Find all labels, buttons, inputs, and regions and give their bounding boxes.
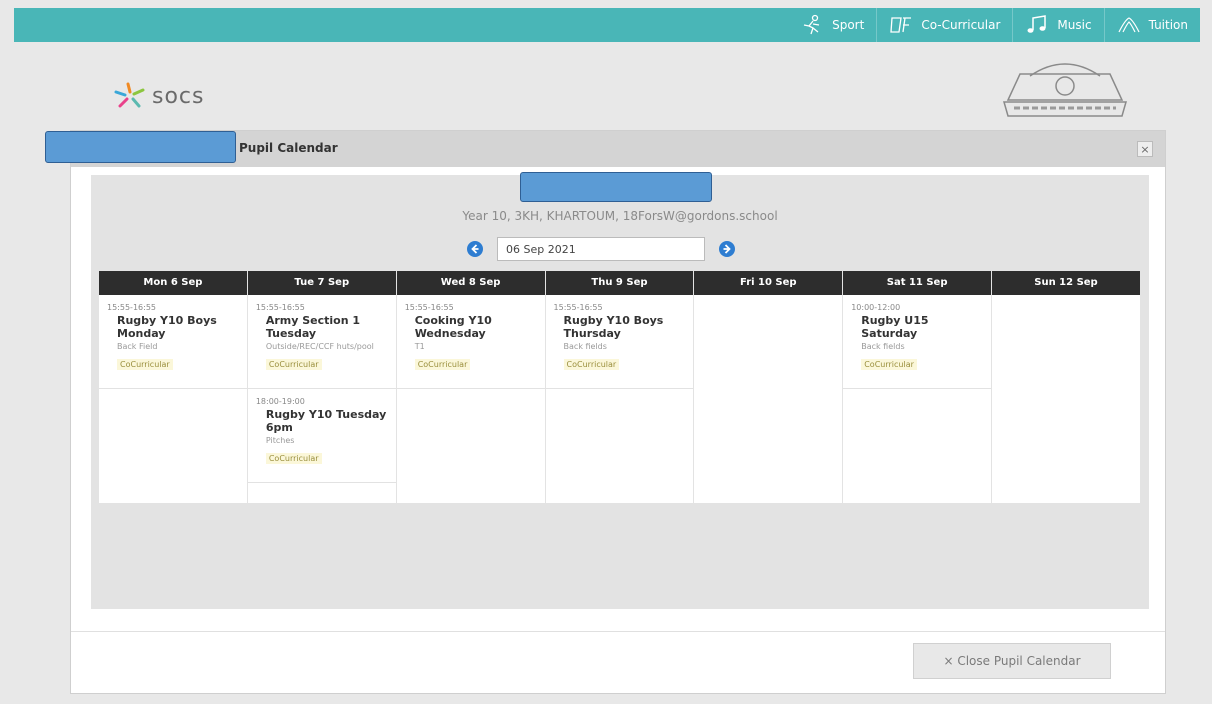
event-time: 15:55-16:55: [255, 303, 305, 312]
logo-text: socs: [152, 83, 205, 109]
event-location: Back fields: [563, 342, 607, 351]
event-time: 15:55-16:55: [553, 303, 603, 312]
day-header: Thu 9 Sep: [545, 271, 694, 295]
event-time: 18:00-19:00: [255, 397, 305, 406]
pupil-calendar-modal: Pupil Calendar × Year 10, 3KH, KHARTOUM,…: [70, 130, 1166, 694]
calendar-event[interactable]: 15:55-16:55 Rugby Y10 Boys Thursday Back f…: [545, 295, 694, 389]
redacted-name-box: [45, 131, 236, 163]
calendar-event[interactable]: 15:55-16:55 Cooking Y10 Wednesday T1 CoCurr…: [396, 295, 545, 389]
day-column: Sun 12 Sep: [992, 271, 1141, 503]
day-body: 15:55-16:55 Cooking Y10 Wednesday T1 CoCurr…: [396, 295, 545, 503]
topnav-sport-label: Sport: [832, 18, 865, 32]
day-header: Sun 12 Sep: [992, 271, 1140, 295]
close-pupil-calendar-button[interactable]: × Close Pupil Calendar: [913, 643, 1111, 679]
day-column: Fri 10 Sep: [694, 271, 844, 503]
event-tag: CoCurricular: [563, 359, 620, 370]
day-body: 15:55-16:55 Army Section 1 Tuesday Outside…: [247, 295, 396, 503]
event-title: Cooking Y10 Wednesday: [414, 314, 492, 340]
socs-logo: socs: [112, 82, 204, 110]
topnav-tuition-label: Tuition: [1148, 18, 1188, 32]
modal-footer-divider: [71, 631, 1165, 632]
calendar-event[interactable]: 10:00-12:00 Rugby U15 Saturday Back fields…: [843, 295, 992, 389]
school-crest-icon: [1003, 63, 1127, 117]
day-column: Mon 6 Sep 15:55-16:55 Rugby Y10 Boys Monda…: [99, 271, 248, 503]
sport-icon: [803, 14, 820, 35]
top-bar: Sport Co-Curricular Music Tuition: [14, 8, 1200, 42]
calendar-panel: Year 10, 3KH, KHARTOUM, 18ForsW@gordons.…: [91, 175, 1149, 609]
next-week-button[interactable]: [719, 241, 735, 257]
day-body: [694, 295, 843, 503]
event-location: Pitches: [265, 436, 295, 445]
day-column: Tue 7 Sep 15:55-16:55 Army Section 1 Tuesd…: [247, 271, 397, 503]
tuition-icon: [1118, 17, 1140, 33]
topnav-music[interactable]: Music: [1012, 8, 1103, 42]
topnav-music-label: Music: [1057, 18, 1092, 32]
day-column: Thu 9 Sep 15:55-16:55 Rugby Y10 Boys Thurs…: [545, 271, 695, 503]
event-time: 10:00-12:00: [851, 303, 901, 312]
event-tag: CoCurricular: [265, 359, 322, 370]
modal-close-button[interactable]: ×: [1137, 141, 1153, 157]
arrow-left-icon: [471, 244, 479, 254]
day-header: Sat 11 Sep: [843, 271, 992, 295]
day-header: Fri 10 Sep: [694, 271, 843, 295]
redacted-pupil-name-box: [520, 172, 712, 202]
topnav-tuition[interactable]: Tuition: [1103, 8, 1200, 42]
topnav-sport[interactable]: Sport: [788, 8, 876, 42]
day-body: 15:55-16:55 Rugby Y10 Boys Thursday Back f…: [545, 295, 694, 503]
day-header: Wed 8 Sep: [396, 271, 545, 295]
calendar-event[interactable]: 15:55-16:55 Army Section 1 Tuesday Outside…: [247, 295, 396, 389]
socs-logo-icon: [114, 82, 145, 108]
music-note-icon: [1027, 15, 1047, 33]
event-location: Back Field: [117, 342, 158, 351]
modal-title: Pupil Calendar: [239, 141, 338, 155]
day-body: 10:00-12:00 Rugby U15 Saturday Back fields…: [843, 295, 992, 503]
week-calendar: Mon 6 Sep 15:55-16:55 Rugby Y10 Boys Monda…: [99, 271, 1141, 503]
day-header: Mon 6 Sep: [99, 271, 247, 295]
calendar-event[interactable]: 18:00-19:00 Rugby Y10 Tuesday 6pm Pitches C…: [247, 389, 396, 483]
event-title: Rugby Y10 Tuesday 6pm: [265, 408, 387, 434]
calendar-event[interactable]: 15:55-16:55 Rugby Y10 Boys Monday Back Fie…: [99, 295, 247, 389]
event-location: Outside/REC/CCF huts/pool: [265, 342, 374, 351]
event-location: Back fields: [861, 342, 905, 351]
top-nav: Sport Co-Curricular Music Tuition: [788, 8, 1200, 42]
date-input[interactable]: [497, 237, 705, 261]
day-header: Tue 7 Sep: [247, 271, 396, 295]
co-curricular-icon: [890, 17, 912, 33]
date-navigator: [467, 237, 735, 261]
event-tag: CoCurricular: [117, 359, 173, 370]
day-column: Sat 11 Sep 10:00-12:00 Rugby U15 Saturday B…: [843, 271, 993, 503]
event-time: 15:55-16:55: [404, 303, 454, 312]
pupil-details: Year 10, 3KH, KHARTOUM, 18ForsW@gordons.…: [462, 209, 778, 223]
event-tag: CoCurricular: [861, 359, 917, 370]
event-title: Rugby Y10 Boys Thursday: [563, 314, 664, 340]
event-tag: CoCurricular: [265, 453, 322, 464]
event-time: 15:55-16:55: [107, 303, 156, 312]
day-body: 15:55-16:55 Rugby Y10 Boys Monday Back Fie…: [99, 295, 247, 503]
day-body: [992, 295, 1140, 503]
day-column: Wed 8 Sep 15:55-16:55 Cooking Y10 Wednesda…: [396, 271, 546, 503]
event-tag: CoCurricular: [414, 359, 471, 370]
topnav-co-curricular-label: Co-Curricular: [921, 18, 1001, 32]
event-title: Army Section 1 Tuesday: [265, 314, 361, 340]
event-title: Rugby U15 Saturday: [861, 314, 929, 340]
event-location: T1: [414, 342, 425, 351]
prev-week-button[interactable]: [467, 241, 483, 257]
event-title: Rugby Y10 Boys Monday: [117, 314, 217, 340]
topnav-co-curricular[interactable]: Co-Curricular: [876, 8, 1012, 42]
arrow-right-icon: [723, 244, 731, 254]
